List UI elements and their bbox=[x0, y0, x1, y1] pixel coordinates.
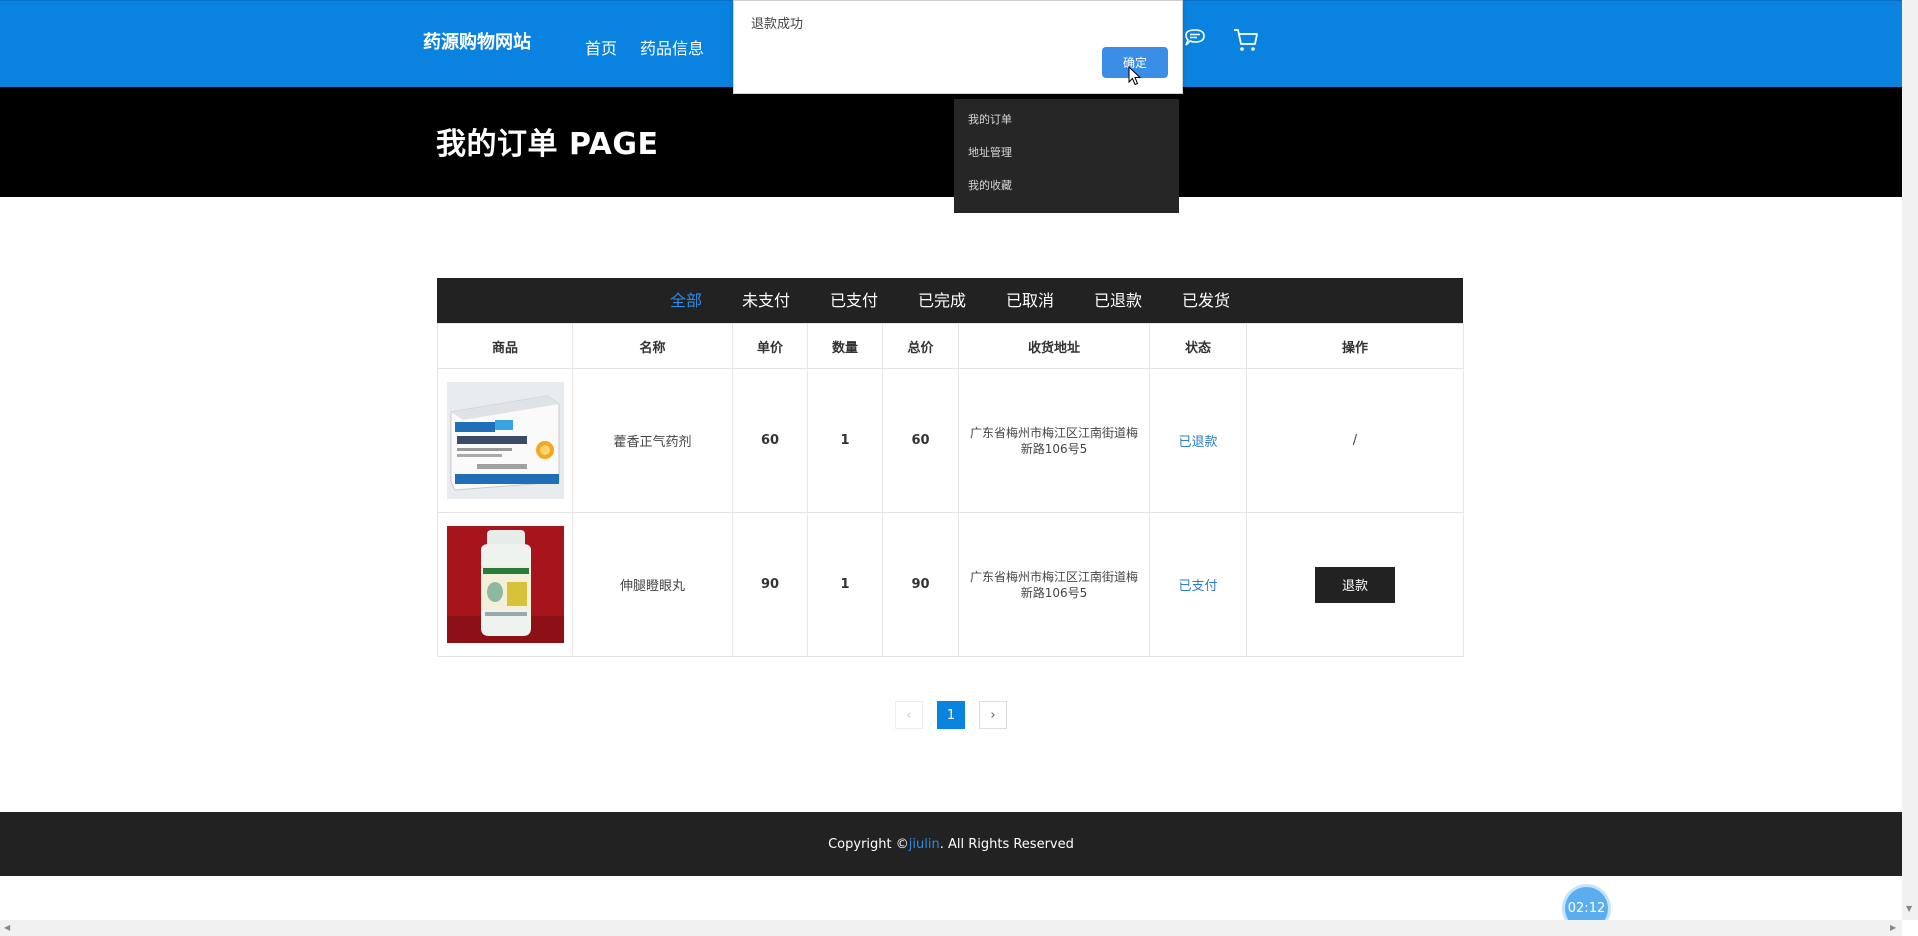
quantity: 1 bbox=[807, 512, 883, 657]
page-title: 我的订单 PAGE bbox=[436, 127, 659, 162]
product-name: 藿香正气药剂 bbox=[572, 368, 733, 513]
product-thumbnail-bottle[interactable] bbox=[446, 526, 564, 643]
product-name: 伸腿瞪眼丸 bbox=[572, 512, 733, 657]
page-banner: 我的订单 PAGE bbox=[0, 87, 1902, 197]
product-image-cell bbox=[437, 512, 573, 657]
total-price: 90 bbox=[882, 512, 959, 657]
chat-icon[interactable] bbox=[1180, 25, 1210, 55]
tab-cancelled[interactable]: 已取消 bbox=[986, 278, 1074, 323]
nav-drug-info[interactable]: 药品信息 bbox=[640, 35, 704, 59]
column-header-total: 总价 bbox=[882, 323, 959, 369]
order-status-tabs: 全部 未支付 已支付 已完成 已取消 已退款 已发货 bbox=[437, 278, 1463, 323]
column-header-product: 商品 bbox=[437, 323, 573, 369]
alert-dialog: 退款成功 确定 bbox=[733, 0, 1183, 94]
table-row: 藿香正气药剂 60 1 60 广东省梅州市梅江区江南街道梅新路106号5 已退款… bbox=[437, 368, 1464, 513]
column-header-name: 名称 bbox=[572, 323, 733, 369]
copyright-prefix: Copyright © bbox=[828, 836, 909, 852]
footer: Copyright © jiulin . All Rights Reserved bbox=[0, 812, 1902, 876]
orders-table: 商品 名称 单价 数量 总价 收货地址 状态 操作 藿香正气药剂 60 1 60… bbox=[437, 323, 1464, 657]
column-header-unit-price: 单价 bbox=[732, 323, 808, 369]
refund-button[interactable]: 退款 bbox=[1315, 566, 1395, 603]
order-action: / bbox=[1246, 368, 1464, 513]
tab-unpaid[interactable]: 未支付 bbox=[722, 278, 810, 323]
main-nav: 首页 药品信息 bbox=[585, 35, 704, 59]
scroll-right-arrow-icon[interactable]: ▶ bbox=[1890, 923, 1896, 932]
tab-completed[interactable]: 已完成 bbox=[898, 278, 986, 323]
column-header-action: 操作 bbox=[1246, 323, 1464, 369]
product-image-cell bbox=[437, 368, 573, 513]
menu-item-address-management[interactable]: 地址管理 bbox=[954, 146, 1179, 179]
table-header-row: 商品 名称 单价 数量 总价 收货地址 状态 操作 bbox=[437, 323, 1464, 369]
unit-price: 60 bbox=[732, 368, 808, 513]
vertical-scrollbar[interactable]: ▼ bbox=[1902, 0, 1918, 920]
page-number-button[interactable]: 1 bbox=[937, 701, 965, 729]
shipping-address: 广东省梅州市梅江区江南街道梅新路106号5 bbox=[958, 368, 1150, 513]
scroll-left-arrow-icon[interactable]: ◀ bbox=[4, 923, 10, 932]
menu-item-my-favorites[interactable]: 我的收藏 bbox=[954, 179, 1179, 212]
copyright-suffix: . All Rights Reserved bbox=[939, 836, 1074, 852]
footer-author-link[interactable]: jiulin bbox=[909, 837, 940, 852]
unit-price: 90 bbox=[732, 512, 808, 657]
order-action-cell: 退款 bbox=[1246, 512, 1464, 657]
tab-paid[interactable]: 已支付 bbox=[810, 278, 898, 323]
tab-shipped[interactable]: 已发货 bbox=[1162, 278, 1250, 323]
user-dropdown-menu: 我的订单 地址管理 我的收藏 bbox=[954, 99, 1179, 213]
order-status: 已退款 bbox=[1149, 368, 1247, 513]
mouse-cursor-icon bbox=[1128, 66, 1142, 86]
shipping-address: 广东省梅州市梅江区江南街道梅新路106号5 bbox=[958, 512, 1150, 657]
total-price: 60 bbox=[882, 368, 959, 513]
orders-panel: 全部 未支付 已支付 已完成 已取消 已退款 已发货 商品 名称 单价 数量 总… bbox=[437, 278, 1464, 657]
scroll-down-arrow-icon[interactable]: ▼ bbox=[1906, 904, 1912, 913]
next-page-button[interactable]: › bbox=[979, 701, 1007, 729]
quantity: 1 bbox=[807, 368, 883, 513]
prev-page-button[interactable]: ‹ bbox=[895, 701, 923, 729]
cart-icon-graphic bbox=[1234, 29, 1258, 51]
tab-refunded[interactable]: 已退款 bbox=[1074, 278, 1162, 323]
column-header-quantity: 数量 bbox=[807, 323, 883, 369]
cart-icon[interactable] bbox=[1231, 25, 1261, 55]
menu-item-my-orders[interactable]: 我的订单 bbox=[954, 113, 1179, 146]
pagination: ‹ 1 › bbox=[895, 701, 1007, 729]
horizontal-scrollbar[interactable]: ◀ ▶ bbox=[0, 920, 1902, 936]
chat-icon-graphic bbox=[1185, 29, 1205, 46]
nav-home[interactable]: 首页 bbox=[585, 35, 617, 59]
site-title[interactable]: 药源购物网站 bbox=[423, 28, 531, 54]
column-header-status: 状态 bbox=[1149, 323, 1247, 369]
table-row: 伸腿瞪眼丸 90 1 90 广东省梅州市梅江区江南街道梅新路106号5 已支付 … bbox=[437, 512, 1464, 657]
order-status: 已支付 bbox=[1149, 512, 1247, 657]
alert-message: 退款成功 bbox=[751, 17, 804, 32]
column-header-address: 收货地址 bbox=[958, 323, 1150, 369]
tab-all[interactable]: 全部 bbox=[650, 278, 722, 323]
product-thumbnail-amoxicillin[interactable] bbox=[446, 382, 564, 499]
